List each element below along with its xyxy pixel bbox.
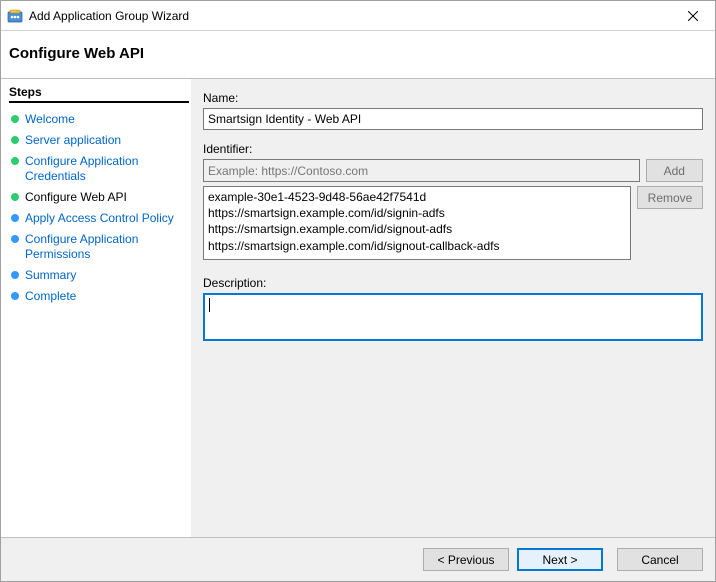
step-bullet-icon xyxy=(11,193,19,201)
step-label: Welcome xyxy=(25,112,75,127)
step-bullet-icon xyxy=(11,271,19,279)
list-item[interactable]: https://smartsign.example.com/id/signout… xyxy=(208,221,626,237)
name-label: Name: xyxy=(203,91,703,105)
step-label: Apply Access Control Policy xyxy=(25,211,174,226)
step-access-control[interactable]: Apply Access Control Policy xyxy=(9,208,189,229)
steps-heading: Steps xyxy=(9,83,189,103)
window-title: Add Application Group Wizard xyxy=(29,9,670,23)
identifier-list[interactable]: example-30e1-4523-9d48-56ae42f7541d http… xyxy=(203,186,631,260)
remove-button[interactable]: Remove xyxy=(637,186,703,209)
step-summary[interactable]: Summary xyxy=(9,265,189,286)
list-item[interactable]: example-30e1-4523-9d48-56ae42f7541d xyxy=(208,189,626,205)
add-button[interactable]: Add xyxy=(646,159,703,182)
cancel-button[interactable]: Cancel xyxy=(617,548,703,571)
description-input[interactable] xyxy=(203,293,703,341)
app-icon xyxy=(7,8,23,24)
titlebar: Add Application Group Wizard xyxy=(1,1,715,31)
text-caret-icon xyxy=(209,298,210,312)
step-label: Configure Web API xyxy=(25,190,127,205)
step-bullet-icon xyxy=(11,115,19,123)
description-label: Description: xyxy=(203,276,703,290)
name-input[interactable] xyxy=(203,108,703,130)
page-title: Configure Web API xyxy=(9,45,707,62)
wizard-window: Add Application Group Wizard Configure W… xyxy=(0,0,716,582)
step-configure-permissions[interactable]: Configure Application Permissions xyxy=(9,229,189,265)
step-bullet-icon xyxy=(11,235,19,243)
content-panel: Name: Identifier: Add example-30e1-4523-… xyxy=(191,79,715,537)
close-button[interactable] xyxy=(670,1,715,31)
step-welcome[interactable]: Welcome xyxy=(9,109,189,130)
next-button[interactable]: Next > xyxy=(517,548,603,571)
step-configure-credentials[interactable]: Configure Application Credentials xyxy=(9,151,189,187)
step-configure-web-api[interactable]: Configure Web API xyxy=(9,187,189,208)
wizard-footer: < Previous Next > Cancel xyxy=(1,537,715,581)
step-label: Server application xyxy=(25,133,121,148)
close-icon xyxy=(688,11,698,21)
step-label: Configure Application Credentials xyxy=(25,154,187,184)
step-bullet-icon xyxy=(11,292,19,300)
wizard-body: Steps Welcome Server application Configu… xyxy=(1,79,715,537)
step-label: Summary xyxy=(25,268,76,283)
identifier-input[interactable] xyxy=(203,159,640,182)
step-label: Configure Application Permissions xyxy=(25,232,187,262)
previous-button[interactable]: < Previous xyxy=(423,548,509,571)
step-bullet-icon xyxy=(11,136,19,144)
step-complete[interactable]: Complete xyxy=(9,286,189,307)
step-label: Complete xyxy=(25,289,76,304)
steps-panel: Steps Welcome Server application Configu… xyxy=(1,79,191,537)
identifier-label: Identifier: xyxy=(203,142,703,156)
wizard-header: Configure Web API xyxy=(1,31,715,79)
list-item[interactable]: https://smartsign.example.com/id/signout… xyxy=(208,238,626,254)
list-item[interactable]: https://smartsign.example.com/id/signin-… xyxy=(208,205,626,221)
step-bullet-icon xyxy=(11,214,19,222)
step-bullet-icon xyxy=(11,157,19,165)
step-server-application[interactable]: Server application xyxy=(9,130,189,151)
